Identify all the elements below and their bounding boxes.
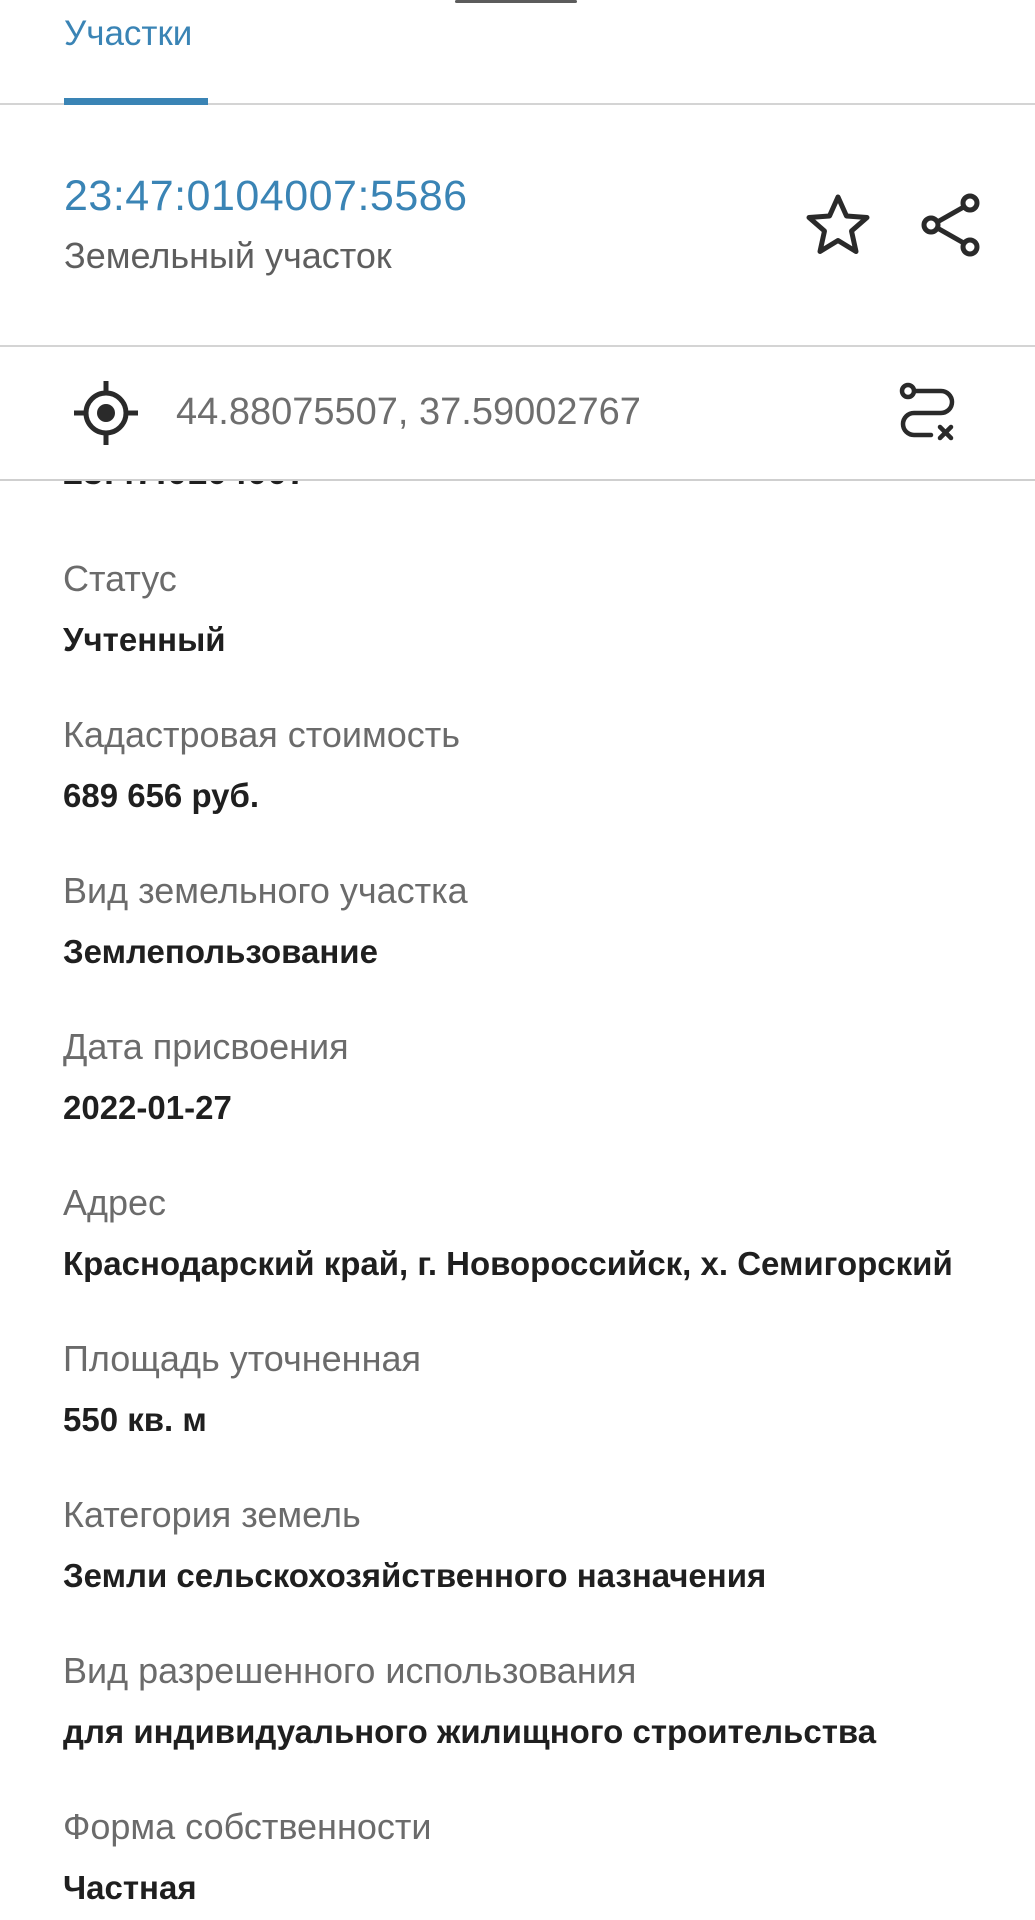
field-plot-kind: Вид земельного участка Землепользование (63, 869, 1035, 973)
field-label: Дата присвоения (63, 1026, 349, 1067)
field-cadastral-value: Кадастровая стоимость 689 656 руб. (63, 713, 1035, 817)
field-label: Адрес (63, 1182, 167, 1223)
field-value: Землепользование (63, 933, 378, 970)
object-type: Земельный участок (64, 235, 392, 276)
coordinates-value[interactable]: 44.88075507, 37.59002767 (176, 391, 641, 434)
field-label: Вид земельного участка (63, 870, 468, 911)
locate-button[interactable] (66, 373, 146, 453)
field-value: Земли сельскохозяйственного назначения (63, 1557, 767, 1594)
field-land-category: Категория земель Земли сельскохозяйствен… (63, 1493, 1035, 1597)
favorite-button[interactable] (798, 185, 878, 265)
field-label: Кадастровая стоимость (63, 714, 461, 755)
route-icon (899, 382, 955, 441)
field-value: 550 кв. м (63, 1401, 207, 1438)
field-assignment-date: Дата присвоения 2022-01-27 (63, 1025, 1035, 1129)
field-value: Краснодарский край, г. Новороссийск, х. … (63, 1245, 953, 1282)
field-label: Статус (63, 558, 177, 599)
field-value: Частная (63, 1869, 197, 1906)
share-icon (921, 193, 980, 257)
field-value: Учтенный (63, 621, 226, 658)
star-icon (806, 194, 870, 254)
field-label: Форма собственности (63, 1806, 432, 1847)
share-button[interactable] (911, 185, 991, 265)
field-value: для индивидуального жилищного строительс… (63, 1713, 877, 1750)
field-label: Категория земель (63, 1494, 361, 1535)
land-plot-details-sheet: Участки 23:47:0104007:5586 Земельный уча… (0, 0, 1035, 1920)
tab-bar: Участки (0, 0, 1035, 105)
details-list[interactable]: 23:47:0104007 Статус Учтенный Кадастрова… (0, 481, 1035, 1920)
tab-plots-label: Участки (64, 14, 193, 53)
field-value: 2022-01-27 (63, 1089, 232, 1126)
route-button[interactable] (888, 373, 968, 453)
field-value: 689 656 руб. (63, 777, 260, 814)
field-address: Адрес Краснодарский край, г. Новороссийс… (63, 1181, 1035, 1285)
field-area: Площадь уточненная 550 кв. м (63, 1337, 1035, 1441)
active-tab-indicator (64, 98, 208, 105)
field-permitted-use: Вид разрешенного использования для индив… (63, 1649, 1035, 1753)
coordinates-row: 44.88075507, 37.59002767 (0, 347, 1035, 481)
cadastral-number[interactable]: 23:47:0104007:5586 (64, 172, 468, 221)
cut-off-value: 23:47:0104007 (63, 481, 307, 493)
tab-plots[interactable]: Участки (64, 0, 208, 105)
field-ownership-form: Форма собственности Частная (63, 1805, 1035, 1909)
plot-header: 23:47:0104007:5586 Земельный участок (0, 105, 1035, 347)
field-label: Площадь уточненная (63, 1338, 421, 1379)
field-status: Статус Учтенный (63, 557, 1035, 661)
crosshair-icon (74, 381, 138, 445)
field-label: Вид разрешенного использования (63, 1650, 637, 1691)
